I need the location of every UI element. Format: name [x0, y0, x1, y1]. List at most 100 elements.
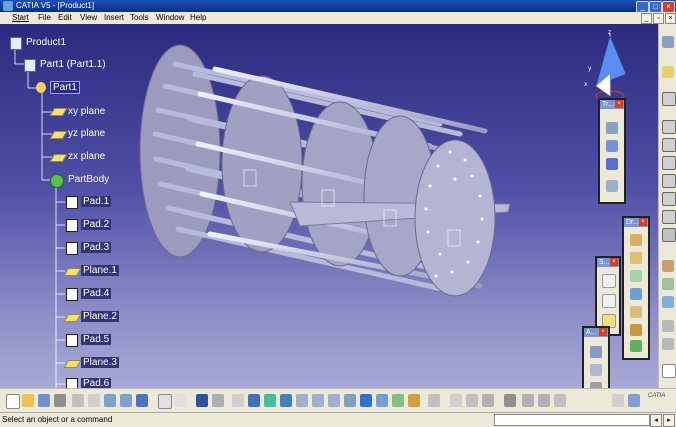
doc-close-button[interactable]: ×: [665, 13, 676, 24]
close-surface-icon[interactable]: [662, 296, 674, 308]
palette-header[interactable]: S... ×: [597, 258, 619, 267]
tree-node-zx-plane[interactable]: zx plane: [68, 151, 105, 162]
pattern-icon[interactable]: [606, 158, 618, 170]
menu-start[interactable]: Start: [12, 13, 29, 22]
shaft-icon[interactable]: [662, 138, 676, 152]
undo-icon[interactable]: [104, 394, 116, 407]
tree-node-xy-plane[interactable]: xy plane: [68, 106, 105, 117]
line-icon[interactable]: [602, 294, 616, 308]
close-icon[interactable]: ×: [610, 258, 618, 266]
pad-icon[interactable]: [66, 378, 78, 388]
inertia-icon[interactable]: [590, 364, 602, 376]
point-icon[interactable]: [602, 274, 616, 288]
grid-icon[interactable]: [554, 394, 566, 407]
pad-icon[interactable]: [66, 219, 78, 232]
pad-icon[interactable]: [662, 92, 676, 106]
save-icon[interactable]: [38, 394, 50, 407]
stiffener-icon[interactable]: [662, 228, 676, 242]
whats-this-icon[interactable]: [136, 394, 148, 407]
close-icon[interactable]: ×: [639, 218, 647, 226]
tree-node-product1[interactable]: Product1: [26, 37, 66, 48]
slot-icon[interactable]: [662, 210, 676, 224]
tree-node-yz-plane[interactable]: yz plane: [68, 128, 105, 139]
boolean-icon[interactable]: [662, 320, 674, 332]
sketcher-icon[interactable]: [662, 66, 674, 78]
thickness-icon[interactable]: [630, 306, 642, 318]
print-icon[interactable]: [54, 394, 66, 407]
view-options-icon[interactable]: [628, 394, 640, 407]
snap-icon[interactable]: [212, 394, 224, 407]
rotate-view-icon[interactable]: [296, 394, 308, 407]
scale-icon[interactable]: [606, 180, 618, 192]
palette-header[interactable]: Tr... ×: [600, 100, 624, 109]
doc-restore-button[interactable]: ▫: [653, 13, 664, 24]
dress-up-toolbar-palette[interactable]: Dr... ×: [622, 216, 650, 360]
thread-icon[interactable]: [630, 324, 642, 336]
part-icon[interactable]: [36, 82, 46, 93]
palette-header[interactable]: A... ×: [584, 328, 608, 337]
new-icon[interactable]: [6, 394, 20, 409]
remove-face-icon[interactable]: [630, 340, 642, 352]
normal-view-icon[interactable]: [344, 394, 356, 407]
hole-icon[interactable]: [662, 174, 676, 188]
catalog-icon[interactable]: [482, 394, 494, 407]
cut-icon[interactable]: [72, 394, 84, 407]
hide-show-icon[interactable]: [392, 394, 404, 407]
quick-view-icon[interactable]: [360, 394, 372, 407]
command-prev-button[interactable]: ◂: [650, 414, 662, 427]
3d-viewport[interactable]: z x y Product1 Part1 (Part1.1) Part1 xy …: [0, 24, 658, 388]
comment-icon[interactable]: [174, 394, 186, 407]
menu-help[interactable]: Help: [190, 13, 206, 22]
shading-icon[interactable]: [376, 394, 388, 407]
tree-node-pad1[interactable]: Pad.1: [81, 196, 112, 207]
chamfer-icon[interactable]: [630, 252, 642, 264]
close-icon[interactable]: ×: [599, 328, 607, 336]
groove-icon[interactable]: [662, 156, 676, 170]
rotate-icon[interactable]: [606, 140, 618, 152]
doc-minimize-button[interactable]: _: [641, 13, 652, 24]
formula-icon[interactable]: [158, 394, 172, 409]
command-next-button[interactable]: ▸: [663, 414, 675, 427]
pad-icon[interactable]: [66, 242, 78, 255]
menu-view[interactable]: View: [80, 13, 97, 22]
eraser-icon[interactable]: [612, 394, 624, 407]
tree-node-pad6[interactable]: Pad.6: [81, 378, 112, 388]
thick-surface-icon[interactable]: [662, 278, 674, 290]
analysis-toolbar-palette[interactable]: A... ×: [582, 326, 610, 388]
camera-icon[interactable]: [504, 394, 516, 407]
draft-icon[interactable]: [630, 270, 642, 282]
menu-tools[interactable]: Tools: [130, 13, 149, 22]
fly-mode-icon[interactable]: [248, 394, 260, 407]
tree-node-part1[interactable]: Part1: [50, 81, 80, 94]
menu-file[interactable]: File: [38, 13, 51, 22]
split-icon[interactable]: [662, 260, 674, 272]
tree-node-plane2[interactable]: Plane.2: [81, 311, 119, 322]
rib-icon[interactable]: [662, 192, 676, 206]
constraint-icon[interactable]: [662, 338, 674, 350]
pad-icon[interactable]: [66, 334, 78, 347]
update-icon[interactable]: [428, 394, 440, 407]
measure-icon[interactable]: [590, 346, 602, 358]
measure-between-icon[interactable]: [232, 394, 244, 407]
refresh-icon[interactable]: [522, 394, 534, 407]
product-icon[interactable]: [10, 37, 22, 50]
swap-space-icon[interactable]: [408, 394, 420, 407]
constraint-tool-icon[interactable]: [450, 394, 462, 407]
tree-node-pad3[interactable]: Pad.3: [81, 242, 112, 253]
axis-system-icon[interactable]: [466, 394, 478, 407]
sketch-toolbar-palette[interactable]: S... ×: [595, 256, 621, 336]
table-icon[interactable]: [196, 394, 208, 407]
zoom-in-icon[interactable]: [312, 394, 324, 407]
tree-node-pad4[interactable]: Pad.4: [81, 288, 112, 299]
pocket-icon[interactable]: [662, 120, 676, 134]
pad-icon[interactable]: [66, 196, 78, 209]
tree-node-plane3[interactable]: Plane.3: [81, 357, 119, 368]
sync-icon[interactable]: [538, 394, 550, 407]
transform-toolbar-palette[interactable]: Tr... ×: [598, 98, 626, 204]
translate-icon[interactable]: [606, 122, 618, 134]
tree-node-pad5[interactable]: Pad.5: [81, 334, 112, 345]
shell-icon[interactable]: [630, 288, 642, 300]
open-icon[interactable]: [22, 394, 34, 407]
pan-icon[interactable]: [280, 394, 292, 407]
menu-edit[interactable]: Edit: [58, 13, 72, 22]
